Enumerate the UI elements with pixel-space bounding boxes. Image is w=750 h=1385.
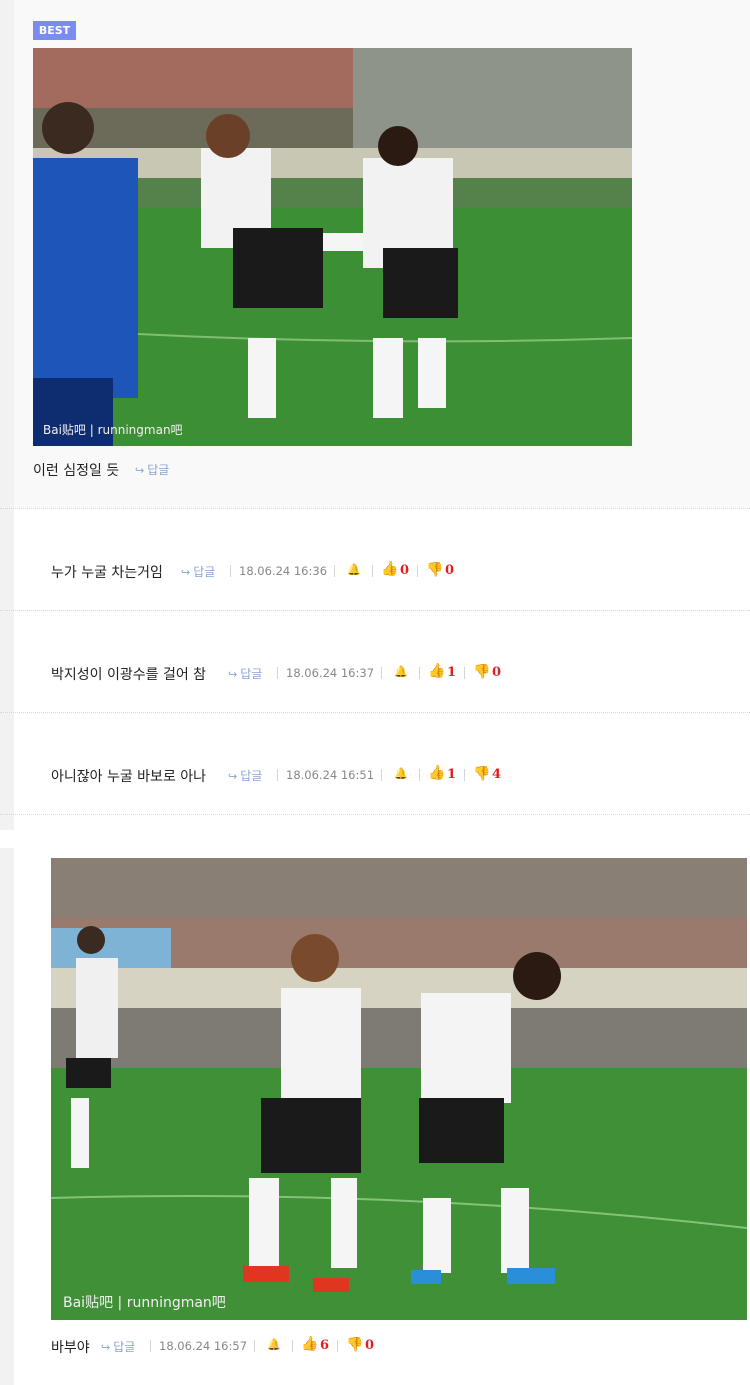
bell-icon[interactable]: 🔔 xyxy=(267,1338,281,1351)
left-stripe xyxy=(0,848,14,1385)
reply-arrow-icon: ↪ xyxy=(228,770,238,783)
like-count: 6 xyxy=(320,1338,330,1353)
comment-text: 누가 누굴 차는거임 xyxy=(51,565,163,581)
comment-text: 아니잖아 누굴 바보로 아나 xyxy=(51,769,207,785)
section-gap xyxy=(0,830,750,848)
best-badge: BEST xyxy=(33,21,76,40)
comment-text: 바부야 xyxy=(51,1340,90,1356)
divider xyxy=(277,667,278,679)
timestamp: 18.06.24 16:57 xyxy=(159,1339,248,1353)
thumbs-up-icon[interactable]: 👍 xyxy=(301,1336,318,1352)
divider xyxy=(277,769,278,781)
divider xyxy=(337,1340,338,1352)
reply-arrow-icon: ↪ xyxy=(101,1341,111,1354)
divider xyxy=(0,712,750,713)
like-count: 1 xyxy=(447,665,457,680)
thumbs-down-icon[interactable]: 👎 xyxy=(473,766,490,782)
bell-icon[interactable]: 🔔 xyxy=(394,767,408,780)
divider xyxy=(230,565,231,577)
divider xyxy=(464,667,465,679)
dislike-count: 0 xyxy=(492,665,502,680)
thumbs-up-icon[interactable]: 👍 xyxy=(428,663,445,679)
dislike-count: 0 xyxy=(445,563,455,578)
comment-text: 이런 심정일 듯 xyxy=(33,463,120,479)
reply-arrow-icon: ↪ xyxy=(181,566,191,579)
reply-button[interactable]: ↪ 답글 xyxy=(135,461,169,478)
thumbs-down-icon[interactable]: 👎 xyxy=(346,1337,363,1353)
dislike-count: 0 xyxy=(365,1338,375,1353)
bell-icon[interactable]: 🔔 xyxy=(394,665,408,678)
bell-icon[interactable]: 🔔 xyxy=(347,563,361,576)
reply-button[interactable]: ↪ 답글 xyxy=(228,665,262,682)
image-watermark: Bai贴吧 | runningman吧 xyxy=(43,423,183,437)
reply-button[interactable]: ↪ 답글 xyxy=(181,563,215,580)
divider xyxy=(0,610,750,611)
reply-button[interactable]: ↪ 답글 xyxy=(228,767,262,784)
comment-text: 박지성이 이광수를 걸어 참 xyxy=(51,667,207,683)
divider xyxy=(419,769,420,781)
divider xyxy=(254,1340,255,1352)
divider xyxy=(381,769,382,781)
divider xyxy=(150,1340,151,1352)
thumbs-down-icon[interactable]: 👎 xyxy=(426,562,443,578)
comment-image[interactable]: Bai贴吧 | runningman吧 xyxy=(33,48,632,446)
comment-image[interactable]: Bai贴吧 | runningman吧 xyxy=(51,858,747,1320)
divider xyxy=(417,565,418,577)
reply-arrow-icon: ↪ xyxy=(135,464,145,477)
timestamp: 18.06.24 16:51 xyxy=(286,768,375,782)
reply-button[interactable]: ↪ 답글 xyxy=(101,1338,135,1355)
timestamp: 18.06.24 16:37 xyxy=(286,666,375,680)
thumbs-up-icon[interactable]: 👍 xyxy=(428,765,445,781)
like-count: 0 xyxy=(400,563,410,578)
divider xyxy=(381,667,382,679)
divider xyxy=(334,565,335,577)
reply-arrow-icon: ↪ xyxy=(228,668,238,681)
divider xyxy=(372,565,373,577)
divider xyxy=(464,769,465,781)
image-watermark: Bai贴吧 | runningman吧 xyxy=(63,1295,226,1311)
dislike-count: 4 xyxy=(492,767,502,782)
divider xyxy=(292,1340,293,1352)
left-stripe xyxy=(0,0,14,830)
thumbs-down-icon[interactable]: 👎 xyxy=(473,664,490,680)
thumbs-up-icon[interactable]: 👍 xyxy=(381,561,398,577)
divider xyxy=(0,814,750,815)
timestamp: 18.06.24 16:36 xyxy=(239,564,328,578)
divider xyxy=(419,667,420,679)
like-count: 1 xyxy=(447,767,457,782)
divider xyxy=(0,508,750,509)
